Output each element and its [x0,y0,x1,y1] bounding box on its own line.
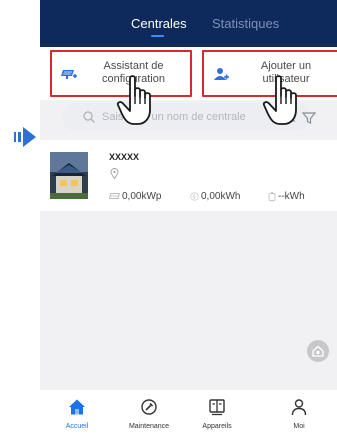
tap-hand-icon [116,75,151,125]
devices-icon [209,399,225,416]
tap-hand-icon [262,75,297,125]
installed-power-value: 0,00kWp [122,191,162,202]
energy-icon [190,192,199,201]
plant-thumbnail [50,152,88,199]
plant-home-icon [312,345,324,357]
header-bar: Centrales Statistiques [40,0,337,47]
nav-accueil[interactable]: Accueil [40,390,114,438]
search-icon [83,111,95,123]
total-yield: --kWh [268,191,305,202]
user-icon [291,399,307,416]
solar-panel-icon [109,192,120,199]
add-user-icon [214,68,229,80]
floating-home-button[interactable] [307,340,329,362]
app-screen: Centrales Statistiques Assistant de conf… [40,0,337,438]
installed-power: 0,00kWp [109,191,161,202]
nav-maintenance[interactable]: Maintenance [112,390,186,438]
location-pin-icon [110,168,119,179]
nav-appareils-label: Appareils [202,423,232,430]
nav-appareils[interactable]: Appareils [180,390,254,438]
tab-statistiques[interactable]: Statistiques [212,16,279,31]
daily-energy: 0,00kWh [190,191,240,202]
nav-accueil-label: Accueil [65,423,89,430]
tab-centrales[interactable]: Centrales [131,16,187,31]
pointer-arrow-icon [14,127,36,147]
filter-icon[interactable] [302,111,316,125]
plant-name: XXXXX [109,152,140,162]
bottom-navigation: Accueil Maintenance Appareils Moi [40,390,337,438]
active-tab-indicator [151,35,164,37]
battery-icon [268,192,276,201]
configuration-wizard-icon [61,70,77,79]
nav-moi[interactable]: Moi [262,390,336,438]
home-icon [69,399,85,415]
daily-energy-value: 0,00kWh [201,191,241,202]
plant-card[interactable]: XXXXX 0,00kWp 0,00kWh --kWh [40,140,337,211]
nav-maintenance-label: Maintenance [128,423,170,430]
nav-moi-label: Moi [293,423,305,430]
maintenance-icon [141,399,157,415]
total-yield-value: --kWh [278,191,305,202]
